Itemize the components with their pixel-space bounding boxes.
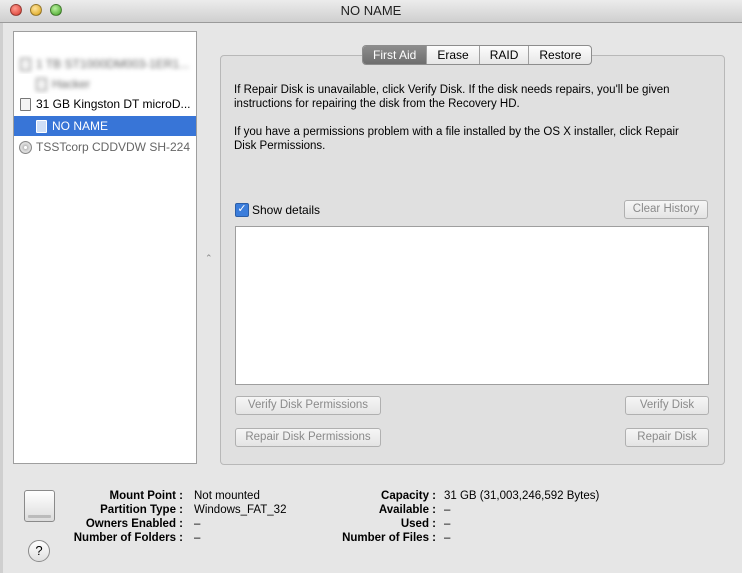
number-of-files-label: Number of Files :	[342, 532, 436, 544]
tab-raid[interactable]: RAID	[480, 46, 530, 64]
show-details-checkbox[interactable]: ✓	[235, 203, 249, 217]
verify-disk-permissions-button[interactable]: Verify Disk Permissions	[235, 396, 381, 415]
clear-history-button[interactable]: Clear History	[624, 200, 708, 219]
tab-restore[interactable]: Restore	[529, 46, 591, 64]
owners-enabled-value: –	[194, 518, 201, 530]
disk-list-sidebar[interactable]: 1 TB ST1000DM003-1ER1... Hacker 31 GB Ki…	[13, 31, 197, 464]
details-log-area[interactable]	[235, 226, 709, 385]
verify-disk-button[interactable]: Verify Disk	[625, 396, 709, 415]
tab-bar: First Aid Erase RAID Restore	[362, 45, 593, 65]
available-value: –	[444, 504, 451, 516]
optical-disc-icon	[19, 141, 32, 154]
info-text-line: Disk Permissions.	[234, 140, 326, 152]
first-aid-info-2: If you have a permissions problem with a…	[234, 125, 704, 153]
sidebar-item-internal-disk[interactable]: 1 TB ST1000DM003-1ER1...	[14, 54, 196, 74]
owners-enabled-label: Owners Enabled :	[85, 518, 183, 530]
show-details-label[interactable]: Show details	[252, 203, 320, 217]
usb-drive-icon	[20, 98, 31, 111]
hard-drive-icon	[20, 58, 31, 71]
mount-point-value: Not mounted	[194, 490, 260, 502]
sidebar-item-label: TSSTcorp CDDVDW SH-224	[36, 140, 191, 154]
info-text-line: If Repair Disk is unavailable, click Ver…	[234, 84, 670, 96]
sidebar-item-kingston[interactable]: 31 GB Kingston DT microD...	[14, 94, 196, 114]
repair-disk-permissions-button[interactable]: Repair Disk Permissions	[235, 428, 381, 447]
sidebar-item-optical-drive[interactable]: TSSTcorp CDDVDW SH-224	[14, 137, 196, 157]
number-of-folders-label: Number of Folders :	[73, 532, 183, 544]
number-of-folders-value: –	[194, 532, 201, 544]
sidebar-item-label: NO NAME	[52, 119, 109, 133]
number-of-files-value: –	[444, 532, 451, 544]
sidebar-item-label: Hacker	[52, 77, 91, 91]
title-bar: NO NAME	[0, 0, 742, 23]
repair-disk-button[interactable]: Repair Disk	[625, 428, 709, 447]
sidebar-item-label: 1 TB ST1000DM003-1ER1...	[36, 57, 190, 71]
partition-type-label: Partition Type :	[100, 504, 183, 516]
selected-disk-icon	[24, 490, 55, 522]
used-label: Used :	[400, 518, 436, 530]
capacity-label: Capacity :	[381, 490, 436, 502]
first-aid-info-1: If Repair Disk is unavailable, click Ver…	[234, 83, 704, 111]
resize-handle-icon[interactable]: ⌃	[205, 253, 213, 264]
sidebar-item-no-name[interactable]: NO NAME	[14, 116, 196, 136]
window-edge	[0, 23, 3, 573]
tab-first-aid[interactable]: First Aid	[363, 46, 428, 64]
available-label: Available :	[378, 504, 436, 516]
volume-icon	[36, 78, 47, 91]
volume-icon	[36, 120, 47, 133]
partition-type-value: Windows_FAT_32	[194, 504, 287, 516]
info-text-line: instructions for repairing the disk from…	[234, 98, 520, 110]
capacity-value: 31 GB (31,003,246,592 Bytes)	[444, 490, 600, 502]
sidebar-item-hacker[interactable]: Hacker	[14, 74, 196, 94]
help-button[interactable]: ?	[28, 540, 50, 562]
tab-erase[interactable]: Erase	[427, 46, 480, 64]
mount-point-label: Mount Point :	[109, 490, 183, 502]
info-text-line: If you have a permissions problem with a…	[234, 126, 679, 138]
sidebar-item-label: 31 GB Kingston DT microD...	[36, 97, 191, 111]
checkmark-icon: ✓	[237, 203, 247, 215]
window-title: NO NAME	[340, 3, 402, 18]
used-value: –	[444, 518, 451, 530]
